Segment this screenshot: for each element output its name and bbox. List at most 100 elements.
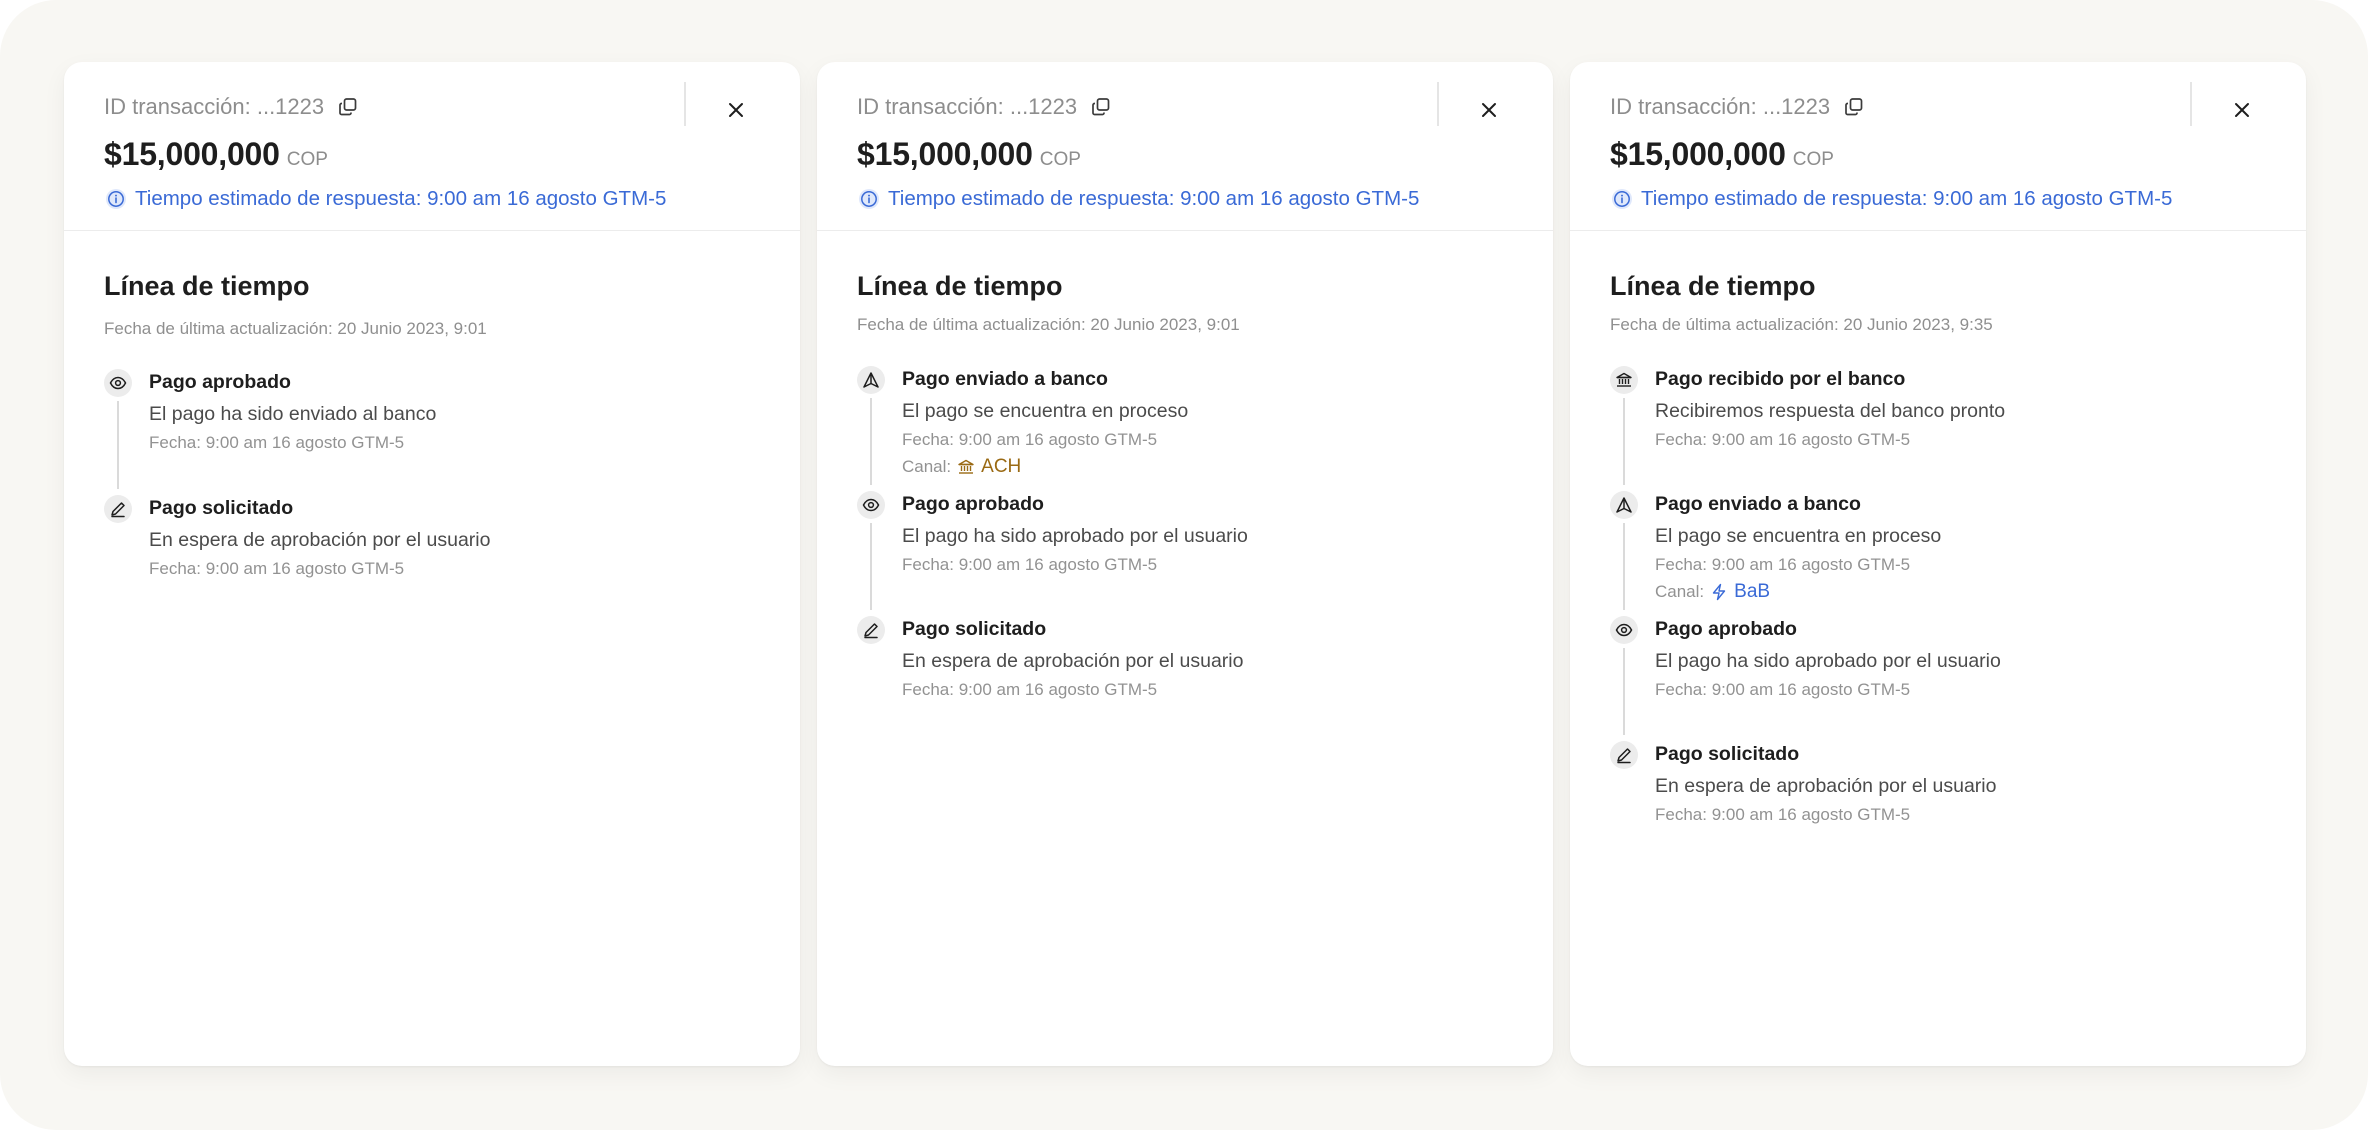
event-date: Fecha: 9:00 am 16 agosto GTM-5 (902, 430, 1158, 449)
timeline-connector (870, 523, 872, 610)
send-icon (857, 366, 885, 394)
close-button[interactable] (714, 88, 758, 132)
eye-icon (1610, 616, 1638, 644)
event-channel: Canal: BaB (1655, 581, 2266, 603)
last-updated: Fecha de última actualización: 20 Junio … (1610, 315, 1993, 334)
event-title: Pago solicitado (902, 618, 1047, 640)
timeline-connector (117, 401, 119, 489)
timeline-event: Pago solicitado En espera de aprobación … (857, 616, 1513, 701)
estimated-response-time: Tiempo estimado de respuesta: 9:00 am 16… (1641, 187, 2173, 210)
copy-icon[interactable] (1089, 95, 1113, 119)
event-date: Fecha: 9:00 am 16 agosto GTM-5 (149, 433, 405, 452)
copy-icon[interactable] (1842, 95, 1866, 119)
amount: $15,000,000 (104, 136, 280, 172)
timeline-connector (870, 398, 872, 485)
timeline-connector (1623, 523, 1625, 610)
timeline-title: Línea de tiempo (104, 271, 310, 301)
event-description: El pago ha sido aprobado por el usuario (1655, 650, 2001, 672)
timeline-event: Pago aprobado El pago ha sido aprobado p… (857, 491, 1513, 616)
event-title: Pago enviado a banco (1655, 493, 1861, 515)
timeline-title: Línea de tiempo (1610, 271, 1816, 301)
eye-icon (104, 369, 132, 397)
info-icon (1610, 187, 1634, 211)
timeline-event: Pago aprobado El pago ha sido enviado al… (104, 369, 760, 495)
amount: $15,000,000 (857, 136, 1033, 172)
transaction-id: ID transacción: ...1223 (104, 94, 325, 119)
pen-icon (104, 495, 132, 523)
channel-value: BaB (1734, 581, 1771, 602)
background-frame: ID transacción: ...1223 $15,000,000 COP … (0, 0, 2368, 1130)
event-channel: Canal: ACH (902, 456, 1513, 478)
event-description: En espera de aprobación por el usuario (149, 529, 491, 551)
close-button[interactable] (1467, 88, 1511, 132)
event-date: Fecha: 9:00 am 16 agosto GTM-5 (902, 680, 1158, 699)
channel-value: ACH (981, 456, 1022, 477)
timeline-event: Pago solicitado En espera de aprobación … (104, 495, 760, 580)
event-title: Pago aprobado (902, 493, 1044, 515)
event-description: El pago ha sido enviado al banco (149, 403, 437, 425)
header-divider (1437, 82, 1439, 126)
estimated-response-time: Tiempo estimado de respuesta: 9:00 am 16… (888, 187, 1420, 210)
timeline: Pago recibido por el banco Recibiremos r… (1610, 366, 2266, 826)
transaction-id: ID transacción: ...1223 (857, 94, 1078, 119)
event-title: Pago aprobado (1655, 618, 1797, 640)
timeline-event: Pago enviado a banco El pago se encuentr… (1610, 491, 2266, 616)
event-title: Pago enviado a banco (902, 368, 1108, 390)
panel-body: Línea de tiempo Fecha de última actualiz… (817, 231, 1553, 701)
channel-bab: BaB (1710, 581, 1770, 603)
pen-icon (857, 616, 885, 644)
panel-body: Línea de tiempo Fecha de última actualiz… (1570, 231, 2306, 826)
timeline-event: Pago aprobado El pago ha sido aprobado p… (1610, 616, 2266, 741)
channel-ach: ACH (957, 456, 1021, 478)
timeline-event: Pago recibido por el banco Recibiremos r… (1610, 366, 2266, 491)
event-title: Pago solicitado (1655, 743, 1800, 765)
currency: COP (1792, 149, 1834, 170)
panel-header: ID transacción: ...1223 $15,000,000 COP … (64, 62, 800, 231)
event-date: Fecha: 9:00 am 16 agosto GTM-5 (1655, 680, 1911, 699)
panel-header: ID transacción: ...1223 $15,000,000 COP … (1570, 62, 2306, 231)
pen-icon (1610, 741, 1638, 769)
amount: $15,000,000 (1610, 136, 1786, 172)
transaction-panel: ID transacción: ...1223 $15,000,000 COP … (64, 62, 800, 1066)
timeline-event: Pago solicitado En espera de aprobación … (1610, 741, 2266, 826)
panel-header: ID transacción: ...1223 $15,000,000 COP … (817, 62, 1553, 231)
channel-label: Canal: (902, 457, 952, 476)
event-title: Pago aprobado (149, 371, 291, 393)
event-date: Fecha: 9:00 am 16 agosto GTM-5 (1655, 430, 1911, 449)
timeline: Pago enviado a banco El pago se encuentr… (857, 366, 1513, 701)
timeline-connector (1623, 398, 1625, 485)
event-description: En espera de aprobación por el usuario (1655, 775, 1997, 797)
header-divider (684, 82, 686, 126)
event-description: Recibiremos respuesta del banco pronto (1655, 400, 2006, 422)
timeline-event: Pago enviado a banco El pago se encuentr… (857, 366, 1513, 491)
header-divider (2190, 82, 2192, 126)
currency: COP (1039, 149, 1081, 170)
event-title: Pago recibido por el banco (1655, 368, 1906, 390)
timeline-title: Línea de tiempo (857, 271, 1063, 301)
event-date: Fecha: 9:00 am 16 agosto GTM-5 (902, 555, 1158, 574)
event-description: En espera de aprobación por el usuario (902, 650, 1244, 672)
channel-label: Canal: (1655, 582, 1705, 601)
currency: COP (286, 149, 328, 170)
event-description: El pago ha sido aprobado por el usuario (902, 525, 1248, 547)
event-date: Fecha: 9:00 am 16 agosto GTM-5 (149, 559, 405, 578)
event-title: Pago solicitado (149, 497, 294, 519)
transaction-panel: ID transacción: ...1223 $15,000,000 COP … (1570, 62, 2306, 1066)
copy-icon[interactable] (336, 95, 360, 119)
bank-icon (1610, 366, 1638, 394)
event-description: El pago se encuentra en proceso (1655, 525, 1942, 547)
close-button[interactable] (2220, 88, 2264, 132)
eye-icon (857, 491, 885, 519)
event-description: El pago se encuentra en proceso (902, 400, 1189, 422)
info-icon (857, 187, 881, 211)
timeline: Pago aprobado El pago ha sido enviado al… (104, 369, 760, 580)
last-updated: Fecha de última actualización: 20 Junio … (857, 315, 1240, 334)
send-icon (1610, 491, 1638, 519)
bank-icon (957, 458, 975, 476)
timeline-connector (1623, 648, 1625, 735)
estimated-response-time: Tiempo estimado de respuesta: 9:00 am 16… (135, 187, 667, 210)
transaction-panel: ID transacción: ...1223 $15,000,000 COP … (817, 62, 1553, 1066)
transaction-id: ID transacción: ...1223 (1610, 94, 1831, 119)
event-date: Fecha: 9:00 am 16 agosto GTM-5 (1655, 555, 1911, 574)
info-icon (104, 187, 128, 211)
